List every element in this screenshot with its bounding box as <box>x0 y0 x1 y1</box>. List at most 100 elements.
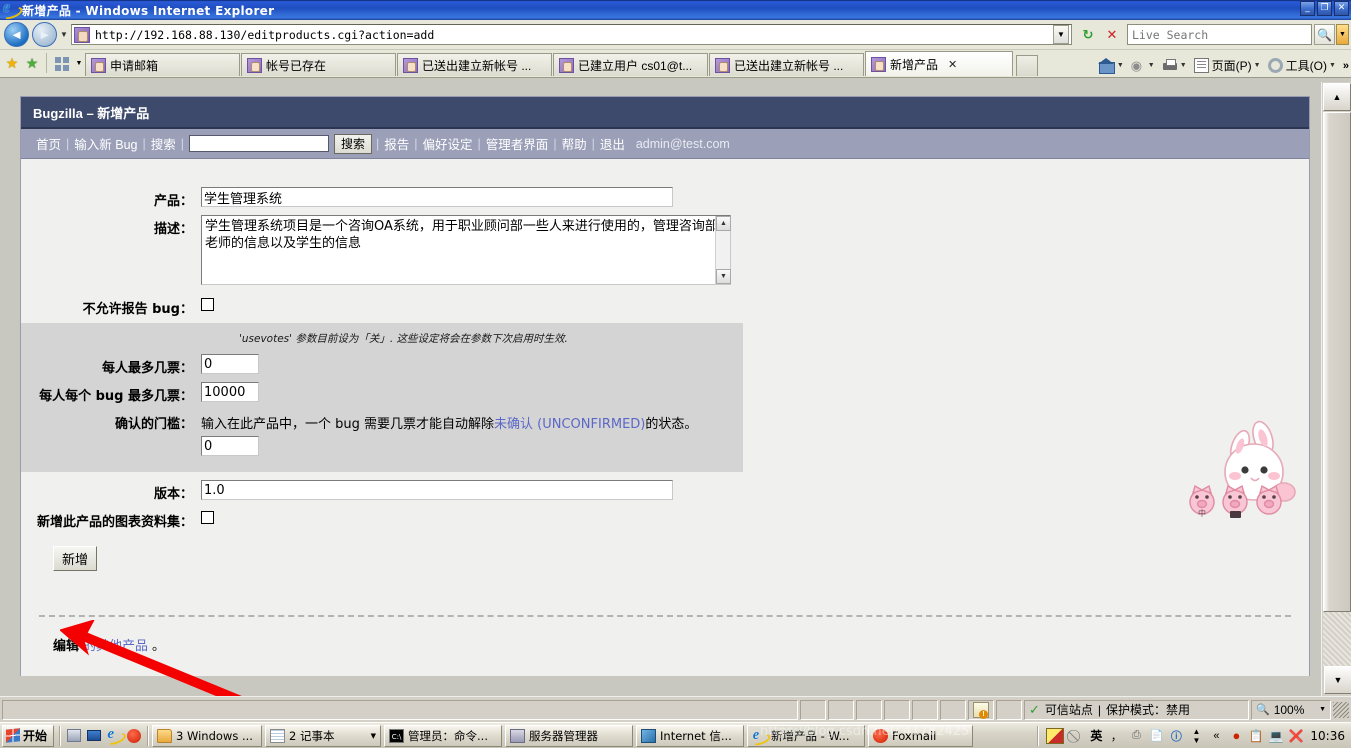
taskbar-item-server-manager[interactable]: 服务器管理器 <box>505 724 634 747</box>
ime-language-icon[interactable]: 英 <box>1088 728 1104 744</box>
scrollbar-thumb[interactable] <box>1323 112 1351 612</box>
nav-admin[interactable]: 管理者界面 <box>481 134 554 153</box>
security-shield-icon[interactable]: ● <box>1228 728 1244 744</box>
network-tray-icon[interactable]: 💻 <box>1268 728 1284 744</box>
resize-grip[interactable] <box>1333 701 1349 718</box>
new-tab-button[interactable] <box>1016 55 1038 76</box>
browser-tab-6-active[interactable]: 新增产品 ✕ <box>865 51 1013 76</box>
ime-soft-keyboard-icon[interactable]: ⎙ <box>1128 728 1144 744</box>
bugzilla-search-input[interactable] <box>189 135 329 152</box>
feeds-button[interactable]: ◉ ▼ <box>1129 59 1160 73</box>
nav-logout[interactable]: 退出 <box>595 134 630 153</box>
chart-dataset-checkbox[interactable] <box>201 511 214 524</box>
address-bar[interactable]: ▼ <box>71 24 1072 45</box>
clipboard-tray-icon[interactable]: 📋 <box>1248 728 1264 744</box>
back-button[interactable]: ◄ <box>4 22 29 47</box>
remote-desktop-icon[interactable] <box>64 726 84 746</box>
submit-button[interactable]: 新增 <box>53 546 98 571</box>
chevron-down-icon[interactable]: ▼ <box>361 732 376 740</box>
ime-help-icon[interactable]: ⓘ <box>1168 728 1184 744</box>
add-to-favorites-icon[interactable]: ★ <box>22 50 42 76</box>
history-dropdown-icon[interactable]: ▼ <box>57 30 71 39</box>
ime-logo-icon[interactable] <box>1046 727 1065 744</box>
votes-per-user-input[interactable] <box>201 354 259 374</box>
print-button[interactable]: ▼ <box>1160 58 1192 73</box>
stop-icon[interactable]: ✕ <box>1101 24 1123 46</box>
taskbar-item-notepad-group[interactable]: 2 记事本 ▼ <box>265 724 382 747</box>
taskbar-item-ie-active[interactable]: 新增产品 - W... <box>747 724 866 747</box>
scroll-down-button[interactable]: ▼ <box>1324 666 1351 694</box>
toolbar-overflow-icon[interactable]: » <box>1343 60 1349 72</box>
taskbar-item-windows-group[interactable]: 3 Windows ... ▼ <box>152 724 272 747</box>
taskbar-item-cmd[interactable]: C:\ 管理员：命令... <box>384 724 503 747</box>
confirm-threshold-input[interactable] <box>201 436 259 456</box>
tab-list-dropdown-icon[interactable]: ▼ <box>73 52 85 76</box>
nav-reports[interactable]: 报告 <box>379 134 414 153</box>
tab-close-icon[interactable]: ✕ <box>948 58 957 71</box>
page-menu-button[interactable]: 页面(P) ▼ <box>1192 57 1266 74</box>
browser-tab-2[interactable]: 帐号已存在 <box>241 53 396 76</box>
minimize-button[interactable]: _ <box>1300 1 1315 16</box>
ime-toolbox-icon[interactable]: 📄 <box>1148 728 1164 744</box>
close-button[interactable]: ✕ <box>1334 1 1349 16</box>
ie-icon[interactable] <box>104 726 124 746</box>
description-textarea[interactable] <box>201 215 731 285</box>
tray-expand-icon[interactable]: « <box>1208 728 1224 744</box>
browser-tab-4[interactable]: 已建立用户 cs01@t... <box>553 53 708 76</box>
ime-disabled-icon[interactable]: ⃠ <box>1068 728 1084 744</box>
security-zone-cell[interactable]: ✓ 可信站点 | 保护模式：禁用 <box>1024 699 1249 720</box>
bugzilla-search-button[interactable]: 搜索 <box>334 133 373 154</box>
search-provider-dropdown-icon[interactable]: ▼ <box>1336 24 1349 45</box>
browser-tab-5[interactable]: 已送出建立新帐号 ... <box>709 53 864 76</box>
clock[interactable]: 10:36 <box>1308 729 1347 743</box>
maximize-button[interactable]: ❐ <box>1317 1 1332 16</box>
product-input[interactable] <box>201 187 673 207</box>
browser-tab-3[interactable]: 已送出建立新帐号 ... <box>397 53 552 76</box>
start-button[interactable]: 开始 <box>2 724 55 747</box>
chevron-down-icon[interactable]: ▼ <box>1180 62 1187 69</box>
quick-tabs-icon[interactable] <box>51 53 73 75</box>
chevron-down-icon[interactable]: ▼ <box>1329 62 1336 69</box>
unconfirmed-link[interactable]: 未确认 <box>494 417 533 432</box>
closed-for-bugs-checkbox[interactable] <box>201 298 214 311</box>
search-icon[interactable]: 🔍 <box>1314 24 1335 45</box>
foxmail-icon[interactable] <box>124 726 144 746</box>
other-products-link[interactable]: 的其他产品 <box>83 639 148 654</box>
forward-button[interactable]: ► <box>32 22 57 47</box>
page-scrollbar[interactable]: ▲ ▼ <box>1321 82 1351 696</box>
textarea-scrollbar[interactable]: ▲ ▼ <box>715 216 731 284</box>
scrollbar-track[interactable] <box>1323 112 1351 666</box>
version-input[interactable] <box>201 480 673 500</box>
unconfirmed-code-link[interactable]: (UNCONFIRMED) <box>537 417 645 432</box>
scroll-up-icon[interactable]: ▲ <box>716 216 731 231</box>
favorites-star-icon[interactable]: ★ <box>2 50 22 76</box>
chevron-down-icon[interactable]: ▼ <box>1254 62 1261 69</box>
show-desktop-icon[interactable] <box>84 726 104 746</box>
nav-preferences[interactable]: 偏好设定 <box>418 134 478 153</box>
nav-help[interactable]: 帮助 <box>557 134 592 153</box>
ime-punctuation-icon[interactable]: ， <box>1108 728 1124 744</box>
nav-new-bug[interactable]: 输入新 Bug <box>69 134 142 153</box>
zoom-dropdown-icon[interactable]: ▼ <box>1319 706 1326 713</box>
live-search-box[interactable] <box>1127 24 1312 45</box>
nav-home[interactable]: 首页 <box>31 134 66 153</box>
nav-search[interactable]: 搜索 <box>146 134 181 153</box>
home-button[interactable]: ▼ <box>1096 58 1129 74</box>
protected-mode-icon-cell[interactable] <box>968 699 994 720</box>
ime-expand-icon[interactable]: ▲ ▼ <box>1188 727 1204 745</box>
chevron-down-icon[interactable]: ▼ <box>1148 62 1155 69</box>
taskbar-item-iis[interactable]: Internet 信... <box>636 724 745 747</box>
scroll-up-button[interactable]: ▲ <box>1323 83 1351 111</box>
alert-tray-icon[interactable]: ❌ <box>1288 728 1304 744</box>
tools-menu-button[interactable]: 工具(O) ▼ <box>1266 57 1341 74</box>
refresh-icon[interactable]: ↻ <box>1077 24 1099 46</box>
taskbar-item-foxmail[interactable]: Foxmail <box>868 724 974 747</box>
zoom-cell[interactable]: 🔍 100% ▼ <box>1251 699 1331 720</box>
browser-tab-1[interactable]: 申请邮箱 <box>85 53 240 76</box>
chevron-down-icon[interactable]: ▼ <box>1117 62 1124 69</box>
address-input[interactable] <box>93 26 1053 43</box>
address-dropdown-icon[interactable]: ▼ <box>1053 25 1069 44</box>
votes-per-bug-input[interactable] <box>201 382 259 402</box>
scroll-down-icon[interactable]: ▼ <box>716 269 731 284</box>
live-search-input[interactable] <box>1128 26 1311 43</box>
